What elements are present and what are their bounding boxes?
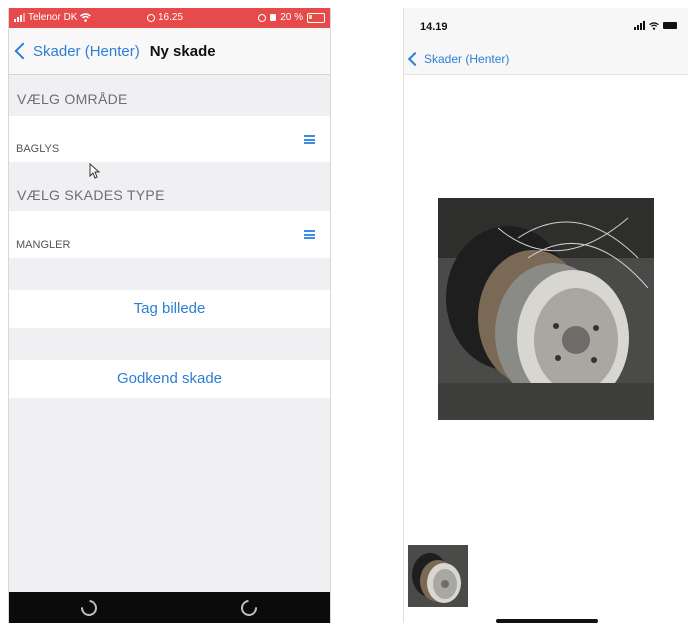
signal-icon [634,21,645,30]
home-indicator [496,619,598,623]
menu-lines-icon[interactable] [304,135,315,144]
back-label: Skader (Henter) [33,42,140,60]
section-header-damage-type: VÆLG SKADES TYPE [17,187,165,203]
navigation-bar: Skader (Henter) Ny skade [9,28,330,75]
status-right-group: 20 % [258,12,325,23]
area-select-row[interactable]: BAGLYS [9,116,330,162]
signal-icon [14,13,25,22]
take-photo-button[interactable]: Tag billede [9,290,330,328]
carrier-group: Telenor DK [14,12,92,23]
navigation-bar: Skader (Henter) [404,44,688,75]
damage-type-value: MANGLER [16,239,71,251]
photo-thumbnail[interactable] [408,545,468,607]
damage-type-select-row[interactable]: MANGLER [9,211,330,258]
battery-icon [307,12,325,23]
battery-icon [663,22,677,29]
status-icons [634,21,677,30]
wifi-icon [80,13,92,22]
rotate-left-icon[interactable] [77,596,101,620]
clock-group: 16.25 [147,12,183,23]
status-bar: Telenor DK 16.25 20 % [9,8,330,28]
alarm-icon [258,13,267,22]
back-button[interactable]: Skader (Henter) [9,43,140,60]
section-header-area: VÆLG OMRÅDE [17,91,128,107]
chevron-left-icon [14,42,32,60]
chevron-left-icon [407,51,423,67]
damage-photo [438,198,654,420]
wifi-icon [649,21,659,30]
menu-lines-icon[interactable] [304,230,315,239]
area-value: BAGLYS [16,143,60,155]
rotate-right-icon[interactable] [237,596,261,620]
approve-damage-button[interactable]: Godkend skade [9,360,330,398]
status-time: 16.25 [158,12,184,23]
page-title: Ny skade [149,42,216,60]
lock-icon [270,14,277,21]
back-label: Skader (Henter) [424,52,510,66]
cursor-arrow-icon [89,163,101,179]
right-phone-screen: 14.19 Skader (Henter) [403,8,688,623]
carrier-name: Telenor DK [28,12,78,23]
clock-icon [147,13,155,22]
left-phone-screen: Telenor DK 16.25 20 % Skader (Henter) Ny… [8,8,331,623]
status-bar: 14.19 [404,8,688,44]
back-button[interactable]: Skader (Henter) [404,51,510,67]
bottom-toolbar [9,592,330,623]
battery-percent: 20 % [280,12,303,23]
status-time: 14.19 [420,21,448,33]
